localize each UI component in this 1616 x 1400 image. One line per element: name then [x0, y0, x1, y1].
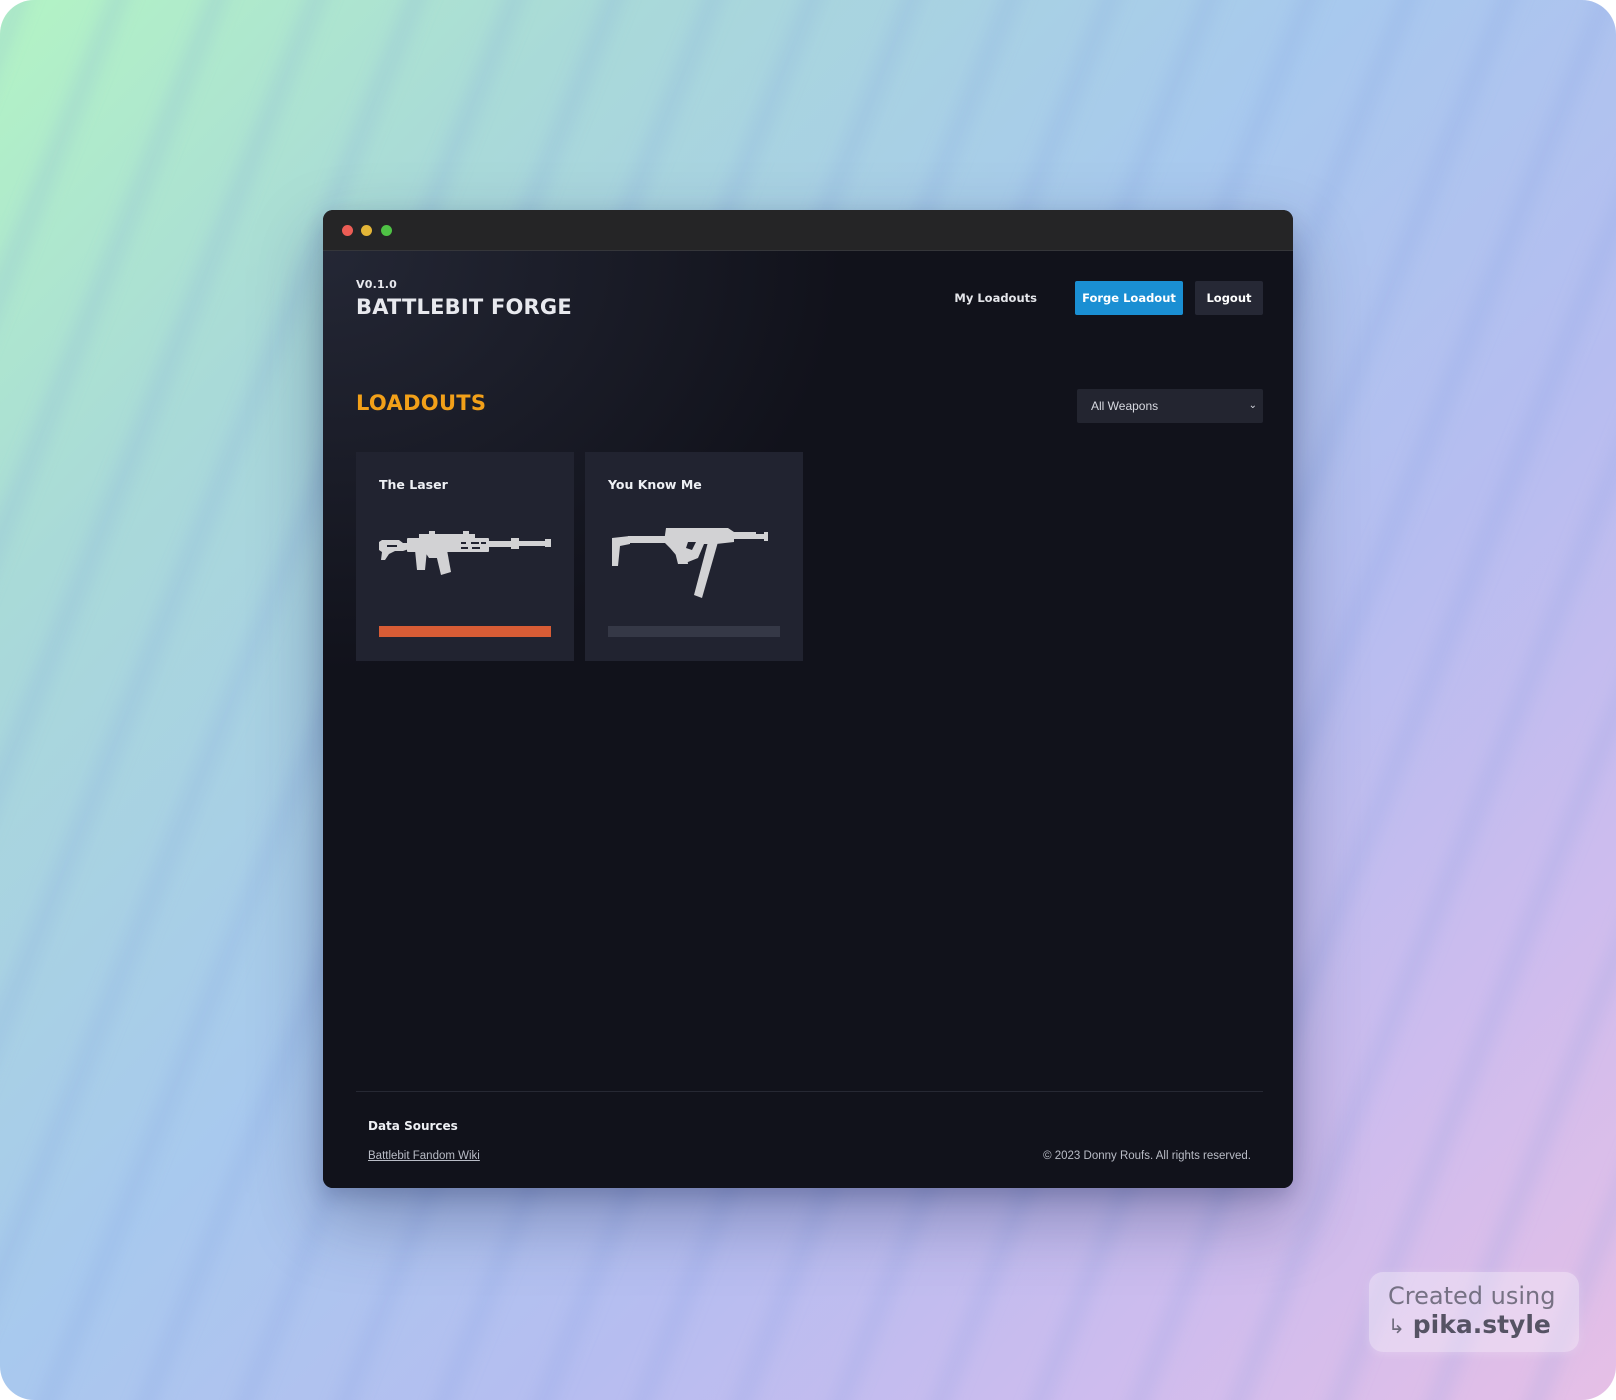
my-loadouts-link[interactable]: My Loadouts	[954, 291, 1037, 305]
fandom-wiki-link[interactable]: Battlebit Fandom Wiki	[368, 1150, 480, 1162]
site-footer: Data Sources Battlebit Fandom Wiki © 202…	[356, 1091, 1263, 1188]
logout-button[interactable]: Logout	[1195, 281, 1263, 315]
loadout-progress-bar	[608, 626, 780, 637]
submachine-gun-icon	[612, 528, 768, 598]
site-header: V0.1.0 BATTLEBIT FORGE My Loadouts Forge…	[356, 278, 1263, 338]
app-version: V0.1.0	[356, 278, 398, 291]
assault-rifle-icon	[379, 531, 551, 575]
main-nav: My Loadouts Forge Loadout Logout	[954, 281, 1263, 315]
maximize-window-button[interactable]	[381, 225, 392, 236]
weapon-filter-select[interactable]: All Weapons ⌄	[1077, 389, 1263, 423]
pika-style-watermark[interactable]: Created using ↳ pika.style	[1369, 1272, 1579, 1352]
loadout-name: You Know Me	[608, 477, 702, 492]
watermark-created-using: Created using	[1388, 1282, 1556, 1310]
loadout-progress-fill	[379, 626, 551, 637]
close-window-button[interactable]	[342, 225, 353, 236]
copyright-text: © 2023 Donny Roufs. All rights reserved.	[1043, 1150, 1251, 1162]
weapon-filter-value: All Weapons	[1091, 399, 1159, 413]
loadout-card[interactable]: The Laser	[356, 452, 574, 661]
window-titlebar	[323, 210, 1293, 251]
app-window: V0.1.0 BATTLEBIT FORGE My Loadouts Forge…	[323, 210, 1293, 1188]
forge-loadout-button[interactable]: Forge Loadout	[1075, 281, 1183, 315]
watermark-brand: ↳ pika.style	[1388, 1310, 1551, 1339]
loadout-list: The Laser You Know Me	[356, 452, 803, 661]
chevron-down-icon: ⌄	[1248, 400, 1257, 411]
loadout-progress-bar	[379, 626, 551, 637]
minimize-window-button[interactable]	[361, 225, 372, 236]
data-sources-heading: Data Sources	[368, 1119, 458, 1133]
watermark-brand-text: pika.style	[1412, 1310, 1551, 1339]
loadouts-heading: LOADOUTS	[356, 391, 487, 415]
return-arrow-icon: ↳	[1388, 1314, 1405, 1338]
app-title[interactable]: BATTLEBIT FORGE	[356, 295, 572, 319]
loadout-name: The Laser	[379, 477, 448, 492]
page-content: V0.1.0 BATTLEBIT FORGE My Loadouts Forge…	[323, 251, 1293, 1188]
loadout-card[interactable]: You Know Me	[585, 452, 803, 661]
